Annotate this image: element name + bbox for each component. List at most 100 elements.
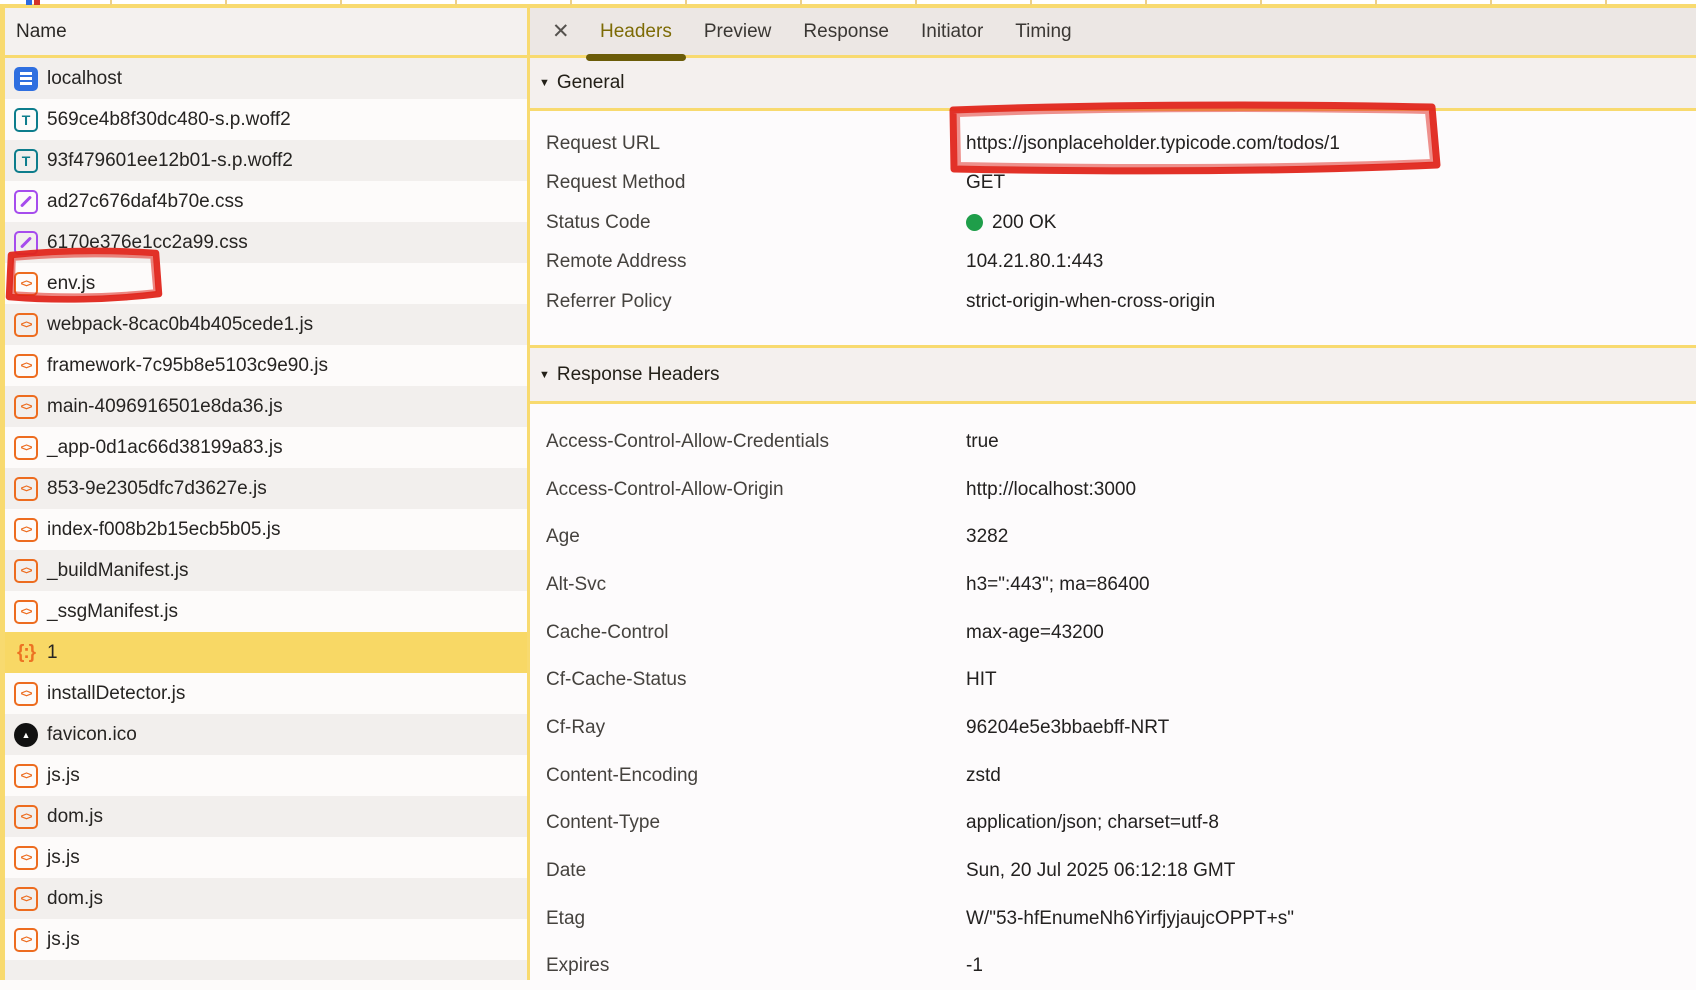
header-name: Content-Type: [530, 812, 966, 834]
script-icon: <>: [14, 518, 38, 542]
details-tabbar: ✕ Headers Preview Response Initiator Timing: [530, 8, 1696, 58]
network-request-row[interactable]: <>_app-0d1ac66d38199a83.js: [5, 427, 527, 468]
network-request-row[interactable]: <>js.js: [5, 919, 527, 960]
request-name-label: _buildManifest.js: [47, 560, 189, 582]
network-request-row-selected[interactable]: {:}1: [5, 632, 527, 673]
collapse-arrow-icon: ▼: [539, 369, 550, 381]
section-header-general[interactable]: ▼ General: [530, 58, 1696, 111]
overview-gridline: [1030, 0, 1032, 5]
header-value: W/"53-hfEnumeNh6YirfjyjaujcOPPT+s": [966, 908, 1294, 930]
name-column-header[interactable]: Name: [5, 8, 527, 58]
network-request-row[interactable]: <> index-f008b2b15ecb5b05.js: [5, 509, 527, 550]
header-row: Cf-Ray96204e5e3bbaebff-NRT: [530, 704, 1696, 752]
tab-label: Preview: [704, 21, 772, 43]
network-request-row[interactable]: <>_buildManifest.js: [5, 550, 527, 591]
close-icon[interactable]: ✕: [552, 19, 584, 44]
header-row: Content-Encodingzstd: [530, 752, 1696, 800]
network-request-row[interactable]: <> _ssgManifest.js: [5, 591, 527, 632]
header-name: Content-Encoding: [530, 765, 966, 787]
script-icon: <>: [14, 395, 38, 419]
tab-label: Timing: [1015, 21, 1071, 43]
request-name-label: installDetector.js: [47, 683, 185, 705]
request-name-label: 93f479601ee12b01-s.p.woff2: [47, 150, 293, 172]
header-name: Status Code: [530, 212, 966, 234]
header-name: Remote Address: [530, 251, 966, 273]
network-request-row[interactable]: <>js.js: [5, 837, 527, 878]
network-request-row[interactable]: <> webpack-8cac0b4b405cede1.js: [5, 304, 527, 345]
general-rows: Request URLhttps://jsonplaceholder.typic…: [530, 111, 1696, 332]
script-icon: <>: [14, 477, 38, 501]
header-name: Referrer Policy: [530, 291, 966, 313]
network-overview-strip: [0, 0, 1696, 8]
header-row: Content-Typeapplication/json; charset=ut…: [530, 800, 1696, 848]
request-name-label: favicon.ico: [47, 724, 137, 746]
network-request-row[interactable]: T 569ce4b8f30dc480-s.p.woff2: [5, 99, 527, 140]
header-row: Access-Control-Allow-Originhttp://localh…: [530, 466, 1696, 514]
header-value: https://jsonplaceholder.typicode.com/tod…: [966, 133, 1340, 155]
header-row: Cache-Controlmax-age=43200: [530, 609, 1696, 657]
network-request-row[interactable]: <>dom.js: [5, 796, 527, 837]
overview-gridline: [685, 0, 687, 5]
header-value: HIT: [966, 669, 997, 691]
request-name-label: webpack-8cac0b4b405cede1.js: [47, 314, 313, 336]
network-request-row[interactable]: <>env.js: [5, 263, 527, 304]
header-value: true: [966, 431, 999, 453]
collapse-arrow-icon: ▼: [539, 77, 550, 89]
tab-initiator[interactable]: Initiator: [919, 8, 985, 55]
overview-baseline: [0, 4, 1696, 8]
overview-gridline: [1490, 0, 1492, 5]
request-details-panel: ✕ HeadersPreviewResponseInitiatorTiming …: [530, 8, 1696, 980]
script-icon: <>: [14, 887, 38, 911]
network-request-row[interactable]: <>main-4096916501e8da36.js: [5, 386, 527, 427]
header-row: Cf-Cache-StatusHIT: [530, 656, 1696, 704]
panel-divider[interactable]: [527, 8, 530, 980]
header-row: Remote Address104.21.80.1:443: [530, 243, 1696, 283]
network-request-row[interactable]: <>js.js: [5, 755, 527, 796]
header-value: strict-origin-when-cross-origin: [966, 291, 1215, 313]
network-request-row[interactable]: <>853-9e2305dfc7d3627e.js: [5, 468, 527, 509]
section-title: Response Headers: [557, 364, 720, 386]
request-name-label: dom.js: [47, 888, 103, 910]
network-request-row[interactable]: T93f479601ee12b01-s.p.woff2: [5, 140, 527, 181]
request-name-label: index-f008b2b15ecb5b05.js: [47, 519, 280, 541]
header-name: Access-Control-Allow-Credentials: [530, 431, 966, 453]
network-request-row[interactable]: <>framework-7c95b8e5103c9e90.js: [5, 345, 527, 386]
network-request-row[interactable]: <>installDetector.js: [5, 673, 527, 714]
font-icon: T: [14, 108, 38, 132]
tab-headers[interactable]: Headers: [598, 8, 674, 55]
network-request-row[interactable]: <> dom.js: [5, 878, 527, 919]
header-row: Expires-1: [530, 943, 1696, 990]
header-name: Cf-Cache-Status: [530, 669, 966, 691]
script-icon: <>: [14, 313, 38, 337]
network-request-row[interactable]: localhost: [5, 58, 527, 99]
active-tab-underline: [586, 54, 686, 61]
overview-gridline: [1260, 0, 1262, 5]
tab-response[interactable]: Response: [801, 8, 891, 55]
overview-gridline: [570, 0, 572, 5]
overview-gridline: [340, 0, 342, 5]
request-name-label: _app-0d1ac66d38199a83.js: [47, 437, 283, 459]
header-value: http://localhost:3000: [966, 479, 1136, 501]
header-value: Sun, 20 Jul 2025 06:12:18 GMT: [966, 860, 1235, 882]
request-name-label: _ssgManifest.js: [47, 601, 178, 623]
script-icon: <>: [14, 805, 38, 829]
request-name-label: js.js: [47, 929, 80, 951]
header-value: max-age=43200: [966, 622, 1104, 644]
header-value: -1: [966, 955, 983, 977]
overview-gridline: [455, 0, 457, 5]
tab-preview[interactable]: Preview: [702, 8, 774, 55]
network-request-row[interactable]: 6170e376e1cc2a99.css: [5, 222, 527, 263]
section-header-response-headers[interactable]: ▼ Response Headers: [530, 345, 1696, 404]
request-name-label: 569ce4b8f30dc480-s.p.woff2: [47, 109, 291, 131]
script-icon: <>: [14, 600, 38, 624]
request-name-label: 1: [47, 642, 58, 664]
header-name: Expires: [530, 955, 966, 977]
tab-timing[interactable]: Timing: [1013, 8, 1073, 55]
network-request-row[interactable]: ▲favicon.ico: [5, 714, 527, 755]
header-value: GET: [966, 172, 1005, 194]
header-value: 104.21.80.1:443: [966, 251, 1103, 273]
name-column-label: Name: [16, 21, 67, 43]
header-name: Etag: [530, 908, 966, 930]
document-icon: [14, 67, 38, 91]
network-request-row[interactable]: ad27c676daf4b70e.css: [5, 181, 527, 222]
